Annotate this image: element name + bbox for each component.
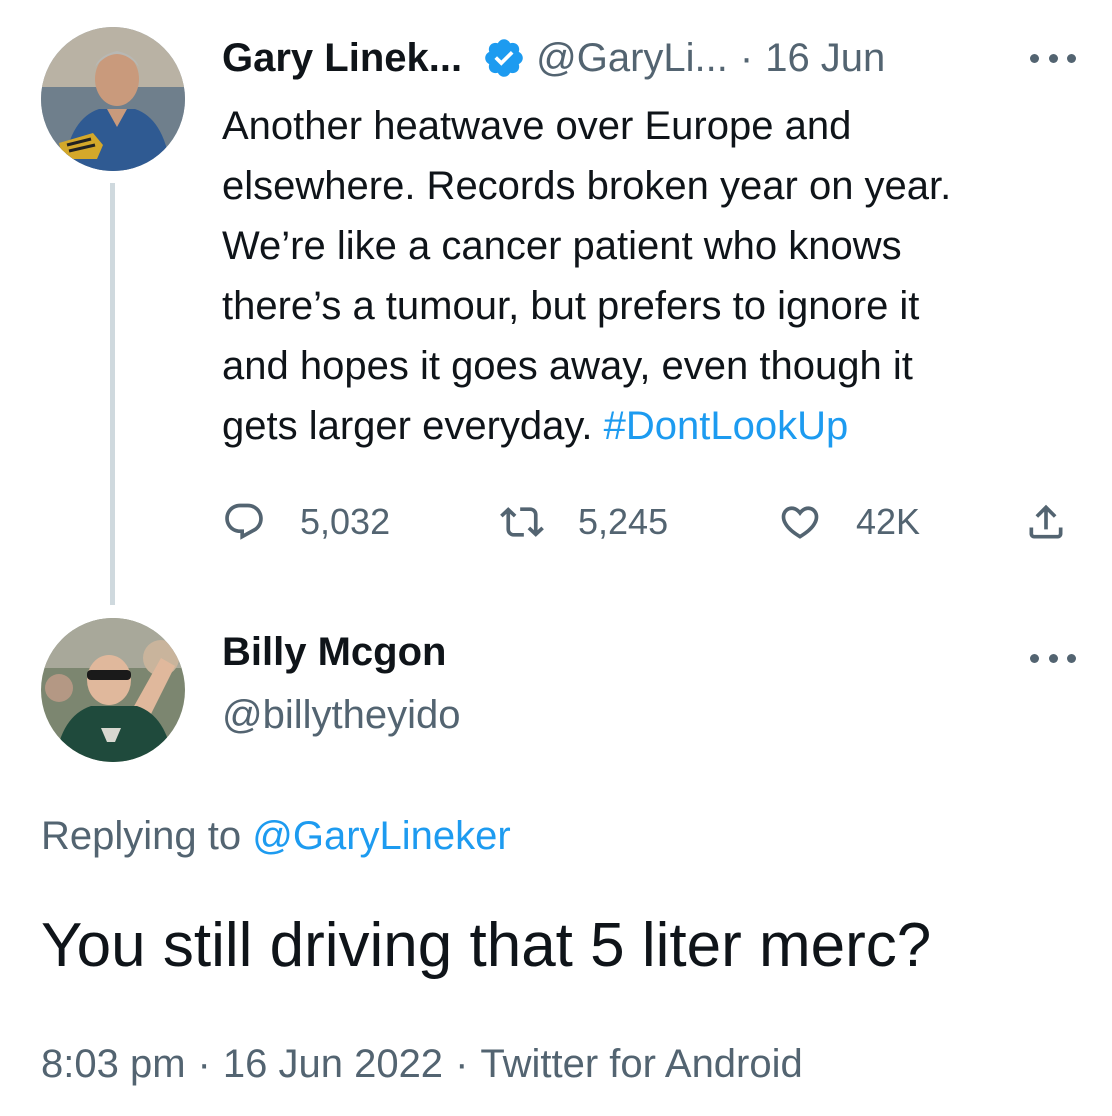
like-button[interactable]: 42K xyxy=(778,496,920,548)
retweet-arrows-icon xyxy=(500,507,544,537)
replying-to-line: Replying to @GaryLineker xyxy=(41,814,511,859)
reply-author-name[interactable]: Billy Mcgon xyxy=(222,630,446,675)
tweet-source[interactable]: Twitter for Android xyxy=(480,1042,802,1086)
author-handle[interactable]: @GaryLi... xyxy=(536,36,728,81)
share-upload-icon xyxy=(1029,504,1063,539)
speech-bubble-icon xyxy=(225,503,263,540)
tweet-text: Another heatwave over Europe and elsewhe… xyxy=(222,96,1092,456)
reply-author-avatar[interactable] xyxy=(41,618,185,762)
tweet-text-line: Another heatwave over Europe and xyxy=(222,104,852,148)
reply-author-handle[interactable]: @billytheyido xyxy=(222,693,461,738)
tweet-time[interactable]: 8:03 pm xyxy=(41,1042,186,1086)
tweet-text-line: elsewhere. Records broken year on year. xyxy=(222,164,952,208)
tweet-text-line: gets larger everyday. xyxy=(222,404,604,448)
separator-dot: · xyxy=(739,35,754,80)
tweet-text-line: there’s a tumour, but prefers to ignore … xyxy=(222,284,920,328)
tweet-text-line: and hopes it goes away, even though it xyxy=(222,344,913,388)
tweet-meta: 8:03 pm · 16 Jun 2022 · Twitter for Android xyxy=(41,1042,803,1087)
tweet-header: Gary Linek... @GaryLi... · 16 Jun xyxy=(222,32,885,84)
replying-to-label: Replying to xyxy=(41,814,253,858)
more-dots-icon[interactable] xyxy=(1030,652,1076,664)
thread-line xyxy=(110,183,115,605)
heart-icon xyxy=(781,506,819,539)
mention-link[interactable]: @GaryLineker xyxy=(252,814,510,858)
tweet-text-line: We’re like a cancer patient who knows xyxy=(222,224,902,268)
author-avatar[interactable] xyxy=(41,27,185,171)
tweet-actions: 5,032 5,245 42K xyxy=(222,496,1092,548)
reply-count: 5,032 xyxy=(300,501,391,542)
tweet-full-date[interactable]: 16 Jun 2022 xyxy=(223,1042,443,1086)
retweet-button[interactable]: 5,245 xyxy=(500,496,668,548)
like-count: 42K xyxy=(856,501,921,542)
separator-dot: · xyxy=(197,1042,211,1086)
tweet-text-line-last: gets larger everyday. #DontLookUp xyxy=(222,396,1092,456)
separator-dot: · xyxy=(455,1042,469,1086)
retweet-count: 5,245 xyxy=(578,501,669,542)
tweet-date[interactable]: 16 Jun xyxy=(765,36,885,81)
share-button[interactable] xyxy=(1024,496,1068,548)
reply-text: You still driving that 5 liter merc? xyxy=(41,911,932,980)
reply-button[interactable]: 5,032 xyxy=(222,496,390,548)
hashtag-link[interactable]: #DontLookUp xyxy=(604,404,849,448)
more-dots-icon[interactable] xyxy=(1030,52,1076,64)
author-name[interactable]: Gary Linek... xyxy=(222,36,462,81)
verified-badge-icon xyxy=(482,36,526,80)
